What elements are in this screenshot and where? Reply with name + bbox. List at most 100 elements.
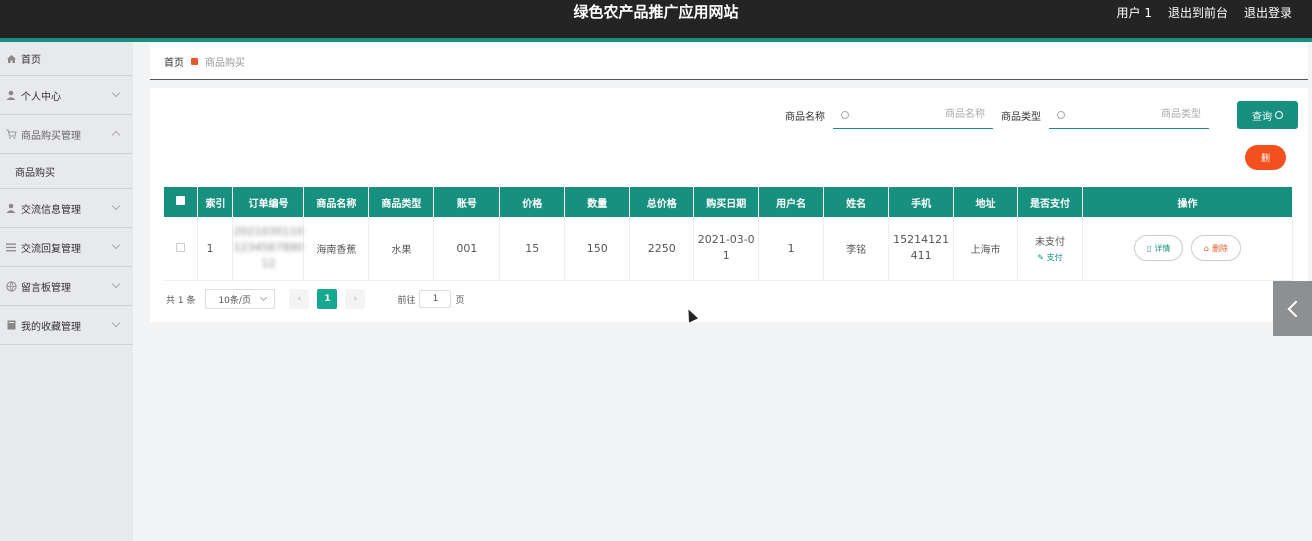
breadcrumb-current: 商品购买 [205, 58, 245, 69]
page-size-value: 10条/页 [218, 295, 251, 306]
sidebar-item-favorites[interactable]: 我的收藏管理 [0, 306, 133, 345]
sidebar-item-label: 商品购买管理 [21, 130, 81, 142]
page-unit-label: 页 [455, 295, 465, 306]
sidebar-item-label: 留言板管理 [21, 282, 71, 294]
back-to-front-link[interactable]: 退出到前台 [1168, 4, 1228, 21]
date-line: 1 [722, 249, 730, 263]
top-header: 绿色农产品推广应用网站 用户 1 退出到前台 退出登录 [0, 0, 1312, 38]
next-page-button[interactable]: › [345, 289, 366, 309]
pay-link[interactable]: ✎ 支付 [1018, 252, 1082, 263]
cell-account: 001 [433, 217, 501, 281]
sidebar-item-label: 首页 [21, 55, 41, 66]
column-header: 商品类型 [368, 187, 435, 217]
list-icon [5, 241, 17, 253]
query-button[interactable]: 查询 [1237, 101, 1298, 129]
page-size-select[interactable]: 10条/页 [205, 289, 276, 309]
sidebar-item-purchase-management[interactable]: 商品购买管理 [0, 115, 133, 154]
main-panel: 商品名称 商品类型 查询 删 索引 订单编号 商品名称 商品类型 账号 价格 [150, 88, 1308, 322]
page-number-button[interactable]: 1 [317, 289, 338, 309]
product-type-input[interactable] [1071, 101, 1201, 128]
orders-table: 索引 订单编号 商品名称 商品类型 账号 价格 数量 总价格 购买日期 用户名 … [164, 187, 1294, 281]
total-count: 共 1 条 [166, 295, 196, 306]
cell-product-type: 水果 [368, 217, 435, 281]
column-header: 总价格 [629, 187, 695, 217]
cell-actions: ▯ 详情 ⌂ 删除 [1082, 217, 1294, 281]
batch-delete-label: 删 [1260, 154, 1270, 164]
column-header: 是否支付 [1017, 187, 1083, 217]
search-icon [841, 110, 849, 119]
phone-line: 411 [910, 249, 932, 263]
current-user: 用户 1 [1116, 5, 1152, 20]
prev-page-button[interactable]: ‹ [289, 289, 310, 309]
globe-icon [5, 280, 17, 292]
row-select-cell[interactable] [164, 217, 199, 281]
chevron-down-icon [111, 240, 121, 250]
search-bar: 商品名称 商品类型 查询 [785, 101, 1298, 129]
column-header: 商品名称 [303, 187, 370, 217]
phone-line: 15214121 [893, 233, 950, 247]
select-all-checkbox[interactable] [176, 196, 186, 205]
row-checkbox[interactable] [176, 242, 186, 252]
header-accent-bar [0, 38, 1312, 42]
column-header: 地址 [953, 187, 1019, 217]
logout-link[interactable]: 退出登录 [1244, 4, 1292, 21]
pay-icon: ✎ [1037, 252, 1045, 262]
product-name-field-wrap [833, 101, 993, 129]
sidebar-item-label: 商品购买 [15, 167, 55, 179]
product-type-label: 商品类型 [1001, 111, 1041, 123]
sidebar-item-exchange-reply[interactable]: 交流回复管理 [0, 228, 133, 267]
sidebar-item-label: 交流回复管理 [21, 243, 81, 255]
cell-order-no: 2021030110 1234567890 12 [232, 217, 305, 281]
detail-button[interactable]: ▯ 详情 [1134, 235, 1184, 262]
column-header: 账号 [433, 187, 501, 217]
cell-purchase-date: 2021-03-0 1 [693, 217, 760, 281]
sidebar-item-exchange-info[interactable]: 交流信息管理 [0, 189, 133, 228]
chevron-down-icon [111, 279, 121, 289]
cell-address: 上海市 [953, 217, 1019, 281]
order-no-line: 12 [261, 257, 276, 271]
pagination: 共 1 条 10条/页 ‹ 1 › 前往 1 页 [166, 288, 464, 310]
pay-status-text: 未支付 [1035, 236, 1065, 248]
goto-label: 前往 [397, 295, 416, 306]
trash-icon: ⌂ [1203, 243, 1209, 253]
sidebar-item-label: 个人中心 [21, 91, 61, 103]
column-header: 手机 [888, 187, 955, 217]
goto-page-input[interactable]: 1 [419, 290, 452, 308]
sidebar-item-profile[interactable]: 个人中心 [0, 76, 133, 115]
site-title: 绿色农产品推广应用网站 [573, 3, 739, 21]
user-icon [5, 202, 17, 214]
column-header: 姓名 [823, 187, 890, 217]
delete-button[interactable]: ⌂ 删除 [1190, 235, 1241, 262]
cell-realname: 李铭 [823, 217, 890, 281]
sidebar-item-home[interactable]: 首页 [0, 42, 133, 76]
side-panel-toggle[interactable] [1273, 281, 1312, 336]
product-name-label: 商品名称 [785, 111, 825, 123]
cell-username: 1 [758, 217, 825, 281]
sidebar-subitem-purchase[interactable]: 商品购买 [0, 154, 133, 189]
chevron-down-icon [111, 201, 121, 211]
column-header: 购买日期 [693, 187, 760, 217]
select-all-header[interactable] [164, 187, 199, 217]
product-name-input[interactable] [855, 101, 985, 128]
order-no-line: 2021030110 [233, 225, 304, 239]
table-row: 1 2021030110 1234567890 12 海南香蕉 水果 001 1… [164, 217, 1294, 281]
sidebar-item-message-board[interactable]: 留言板管理 [0, 267, 133, 306]
search-icon [1275, 111, 1283, 119]
date-line: 2021-03-0 [697, 233, 755, 247]
query-button-label: 查询 [1252, 111, 1272, 123]
sidebar-item-label: 交流信息管理 [21, 204, 81, 216]
cell-price: 15 [499, 217, 566, 281]
breadcrumb-separator-icon [191, 58, 198, 65]
product-type-field-wrap [1049, 101, 1209, 129]
column-header: 订单编号 [232, 187, 305, 217]
chevron-left-icon [1287, 300, 1304, 317]
chevron-down-icon [111, 88, 121, 98]
breadcrumb-home[interactable]: 首页 [164, 54, 184, 69]
table-header-row: 索引 订单编号 商品名称 商品类型 账号 价格 数量 总价格 购买日期 用户名 … [164, 187, 1294, 217]
column-header: 数量 [564, 187, 631, 217]
sidebar: 首页 个人中心 商品购买管理 商品购买 交流信息管理 交流回复管理 留言板管理 … [0, 42, 133, 541]
cell-product-name: 海南香蕉 [303, 217, 370, 281]
batch-delete-button[interactable]: 删 [1245, 145, 1286, 170]
cell-pay-status: 未支付 ✎ 支付 [1017, 217, 1083, 281]
column-header: 价格 [499, 187, 566, 217]
